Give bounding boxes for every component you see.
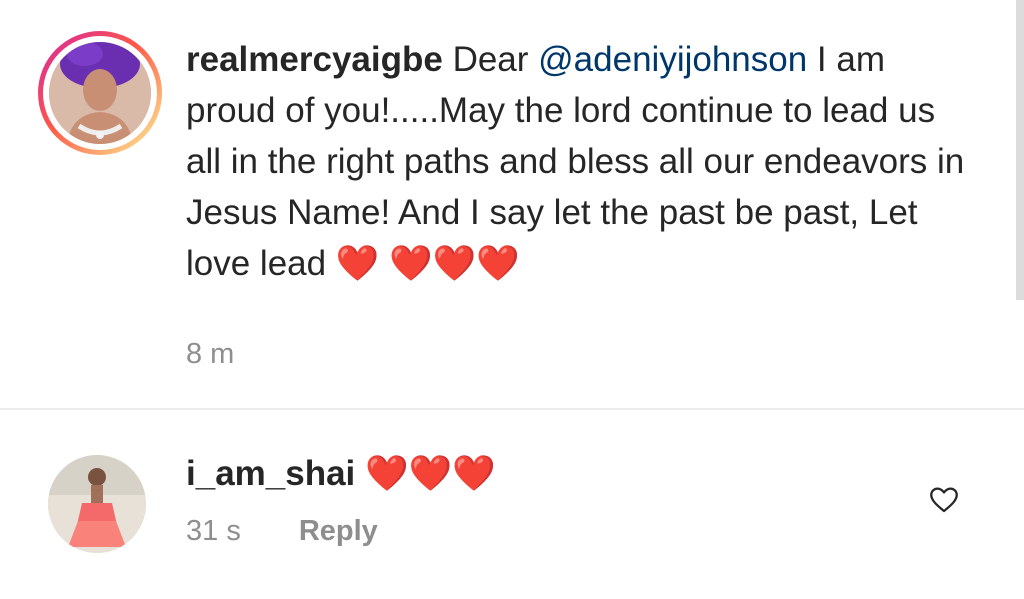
comment-body: ❤️❤️❤️ (365, 454, 496, 493)
comment-avatar[interactable] (48, 455, 146, 553)
comment-meta: 31 s Reply (186, 515, 378, 548)
comment-text: i_am_shai ❤️❤️❤️ (186, 452, 496, 496)
caption-avatar-image (49, 42, 151, 144)
story-ring[interactable] (38, 31, 162, 155)
scrollbar[interactable] (1016, 0, 1024, 300)
caption-hearts: ❤️ ❤️❤️❤️ (335, 244, 520, 283)
caption-text: realmercyaigbe Dear @adeniyijohnson I am… (186, 34, 976, 289)
comment-timestamp: 31 s (186, 515, 241, 547)
caption-username[interactable]: realmercyaigbe (186, 40, 443, 79)
comment-username[interactable]: i_am_shai (186, 454, 355, 493)
comment-avatar-image (48, 455, 146, 553)
reply-button[interactable]: Reply (299, 515, 378, 548)
caption-block: realmercyaigbe Dear @adeniyijohnson I am… (0, 0, 1008, 408)
heart-outline-icon[interactable] (927, 482, 961, 516)
divider (0, 408, 1024, 410)
caption-text-lead: Dear (452, 40, 539, 79)
caption-mention[interactable]: @adeniyijohnson (538, 40, 807, 79)
caption-timestamp: 8 m (186, 338, 235, 370)
post-comments-view: realmercyaigbe Dear @adeniyijohnson I am… (0, 0, 1024, 599)
caption-avatar[interactable] (49, 42, 151, 144)
